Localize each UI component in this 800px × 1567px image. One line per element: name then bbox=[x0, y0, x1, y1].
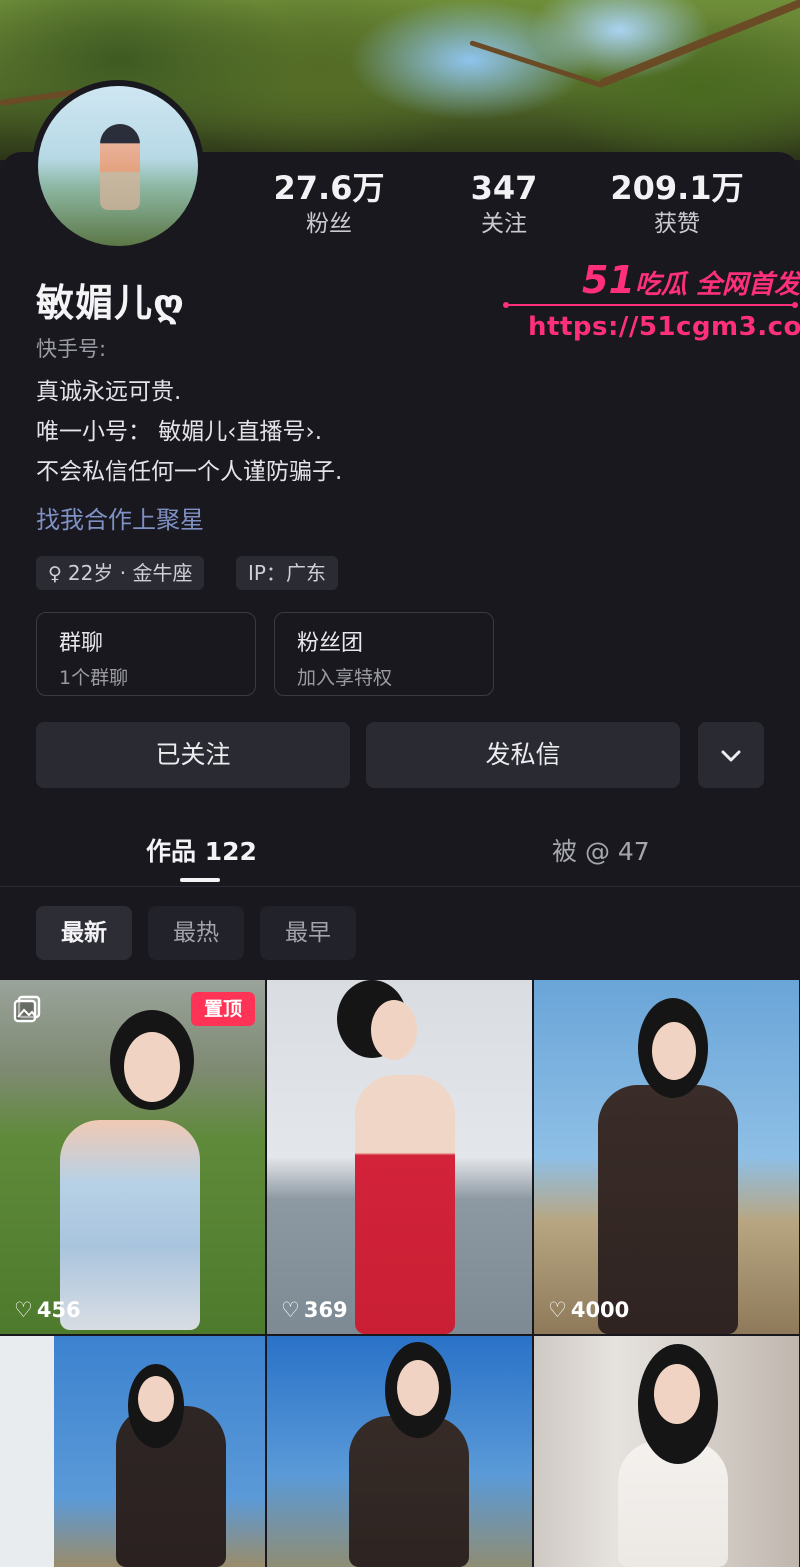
watermark-url: https://51cgm3.com bbox=[528, 312, 800, 342]
female-icon: ♀ bbox=[48, 563, 62, 585]
profile-stats: 27.6万 粉丝 347 关注 209.1万 获赞 bbox=[230, 168, 790, 248]
sort-hottest-button[interactable]: 最热 bbox=[148, 906, 244, 960]
stat-label: 关注 bbox=[481, 211, 527, 237]
post-thumbnail[interactable] bbox=[534, 1336, 799, 1567]
post-figure-face bbox=[397, 1360, 439, 1416]
message-button[interactable]: 发私信 bbox=[366, 722, 680, 788]
post-figure-face bbox=[652, 1022, 696, 1080]
card-subtitle: 加入享特权 bbox=[297, 667, 393, 689]
post-figure-face bbox=[371, 1000, 417, 1060]
tab-underline bbox=[180, 878, 220, 882]
post-likes: ♡ 4000 bbox=[548, 1298, 629, 1322]
avatar[interactable] bbox=[32, 80, 204, 252]
stat-value: 347 bbox=[470, 169, 538, 207]
post-thumbnail[interactable] bbox=[267, 1336, 532, 1567]
card-subtitle: 1个群聊 bbox=[59, 667, 129, 689]
post-thumbnail[interactable]: 置顶 ♡ 456 bbox=[0, 980, 265, 1334]
heart-icon: ♡ bbox=[14, 1298, 33, 1322]
post-thumbnail[interactable]: ♡ 369 bbox=[267, 980, 532, 1334]
post-figure bbox=[60, 1120, 200, 1330]
stat-label: 获赞 bbox=[654, 211, 700, 237]
post-likes: ♡ 456 bbox=[14, 1298, 81, 1322]
multi-image-icon bbox=[13, 995, 41, 1023]
pinned-badge: 置顶 bbox=[191, 992, 255, 1026]
post-figure bbox=[355, 1075, 455, 1334]
banner-branch bbox=[598, 0, 800, 88]
watermark-text: 吃瓜 全网首发 bbox=[634, 270, 800, 300]
post-thumbnail[interactable]: ♡ 4000 bbox=[534, 980, 799, 1334]
stat-value: 27.6万 bbox=[273, 169, 385, 207]
stat-followers[interactable]: 27.6万 粉丝 bbox=[249, 168, 409, 240]
post-figure-face bbox=[654, 1364, 700, 1424]
content-tabs: 作品 122 被 @ 47 bbox=[0, 818, 800, 887]
tab-mentions[interactable]: 被 @ 47 bbox=[552, 832, 650, 868]
post-figure-face bbox=[138, 1376, 174, 1422]
kuaishou-id: 快手号: bbox=[36, 337, 107, 361]
stat-following[interactable]: 347 关注 bbox=[424, 168, 584, 240]
stat-likes[interactable]: 209.1万 获赞 bbox=[597, 168, 757, 240]
chevron-down-icon bbox=[721, 750, 741, 762]
heart-icon: ♡ bbox=[281, 1298, 300, 1322]
likes-count: 456 bbox=[36, 1298, 81, 1322]
watermark-number: 51 bbox=[582, 258, 635, 302]
post-thumbnail[interactable] bbox=[0, 1336, 265, 1567]
card-title: 粉丝团 bbox=[297, 631, 364, 656]
age-zodiac-tag: ♀ 22岁 · 金牛座 bbox=[36, 556, 205, 590]
banner-branch bbox=[469, 40, 604, 89]
card-title: 群聊 bbox=[59, 631, 104, 656]
likes-count: 4000 bbox=[570, 1298, 630, 1322]
tag-text: 22岁 · 金牛座 bbox=[67, 561, 193, 585]
fan-club-card[interactable]: 粉丝团 加入享特权 bbox=[274, 612, 494, 696]
post-likes: ♡ 369 bbox=[281, 1298, 348, 1322]
post-grid: 置顶 ♡ 456 ♡ 369 ♡ 4000 bbox=[0, 980, 800, 1567]
followed-button[interactable]: 已关注 bbox=[36, 722, 350, 788]
tag-text: IP：广东 bbox=[248, 561, 326, 585]
ip-tag: IP：广东 bbox=[236, 556, 338, 590]
avatar-figure bbox=[100, 124, 140, 210]
sort-newest-button[interactable]: 最新 bbox=[36, 906, 132, 960]
profile-name: 敏媚儿ღ bbox=[36, 281, 185, 325]
watermark-dot bbox=[503, 302, 509, 308]
sort-earliest-button[interactable]: 最早 bbox=[260, 906, 356, 960]
post-figure bbox=[349, 1416, 469, 1567]
post-figure bbox=[598, 1085, 738, 1334]
group-chat-card[interactable]: 群聊 1个群聊 bbox=[36, 612, 256, 696]
avatar-image bbox=[38, 86, 198, 246]
post-scene-element bbox=[0, 1336, 54, 1567]
cooperation-link[interactable]: 找我合作上聚星 bbox=[36, 500, 204, 535]
more-button[interactable] bbox=[698, 722, 764, 788]
bio-line: 不会私信任何一个人谨防骗子. bbox=[36, 459, 343, 485]
stat-value: 209.1万 bbox=[610, 169, 744, 207]
post-figure-face bbox=[124, 1032, 180, 1102]
heart-icon: ♡ bbox=[548, 1298, 567, 1322]
watermark-title: 51吃瓜 全网首发 bbox=[582, 258, 800, 302]
likes-count: 369 bbox=[303, 1298, 348, 1322]
bio-line: 真诚永远可贵. bbox=[36, 379, 182, 405]
profile-bio: 真诚永远可贵. 唯一小号： 敏媚儿‹直播号›. 不会私信任何一个人谨防骗子. bbox=[36, 372, 342, 492]
tab-works[interactable]: 作品 122 bbox=[146, 832, 257, 868]
stat-label: 粉丝 bbox=[306, 211, 352, 237]
watermark-line bbox=[505, 304, 795, 306]
bio-line: 唯一小号： 敏媚儿‹直播号›. bbox=[36, 419, 323, 445]
watermark-dot bbox=[792, 302, 798, 308]
